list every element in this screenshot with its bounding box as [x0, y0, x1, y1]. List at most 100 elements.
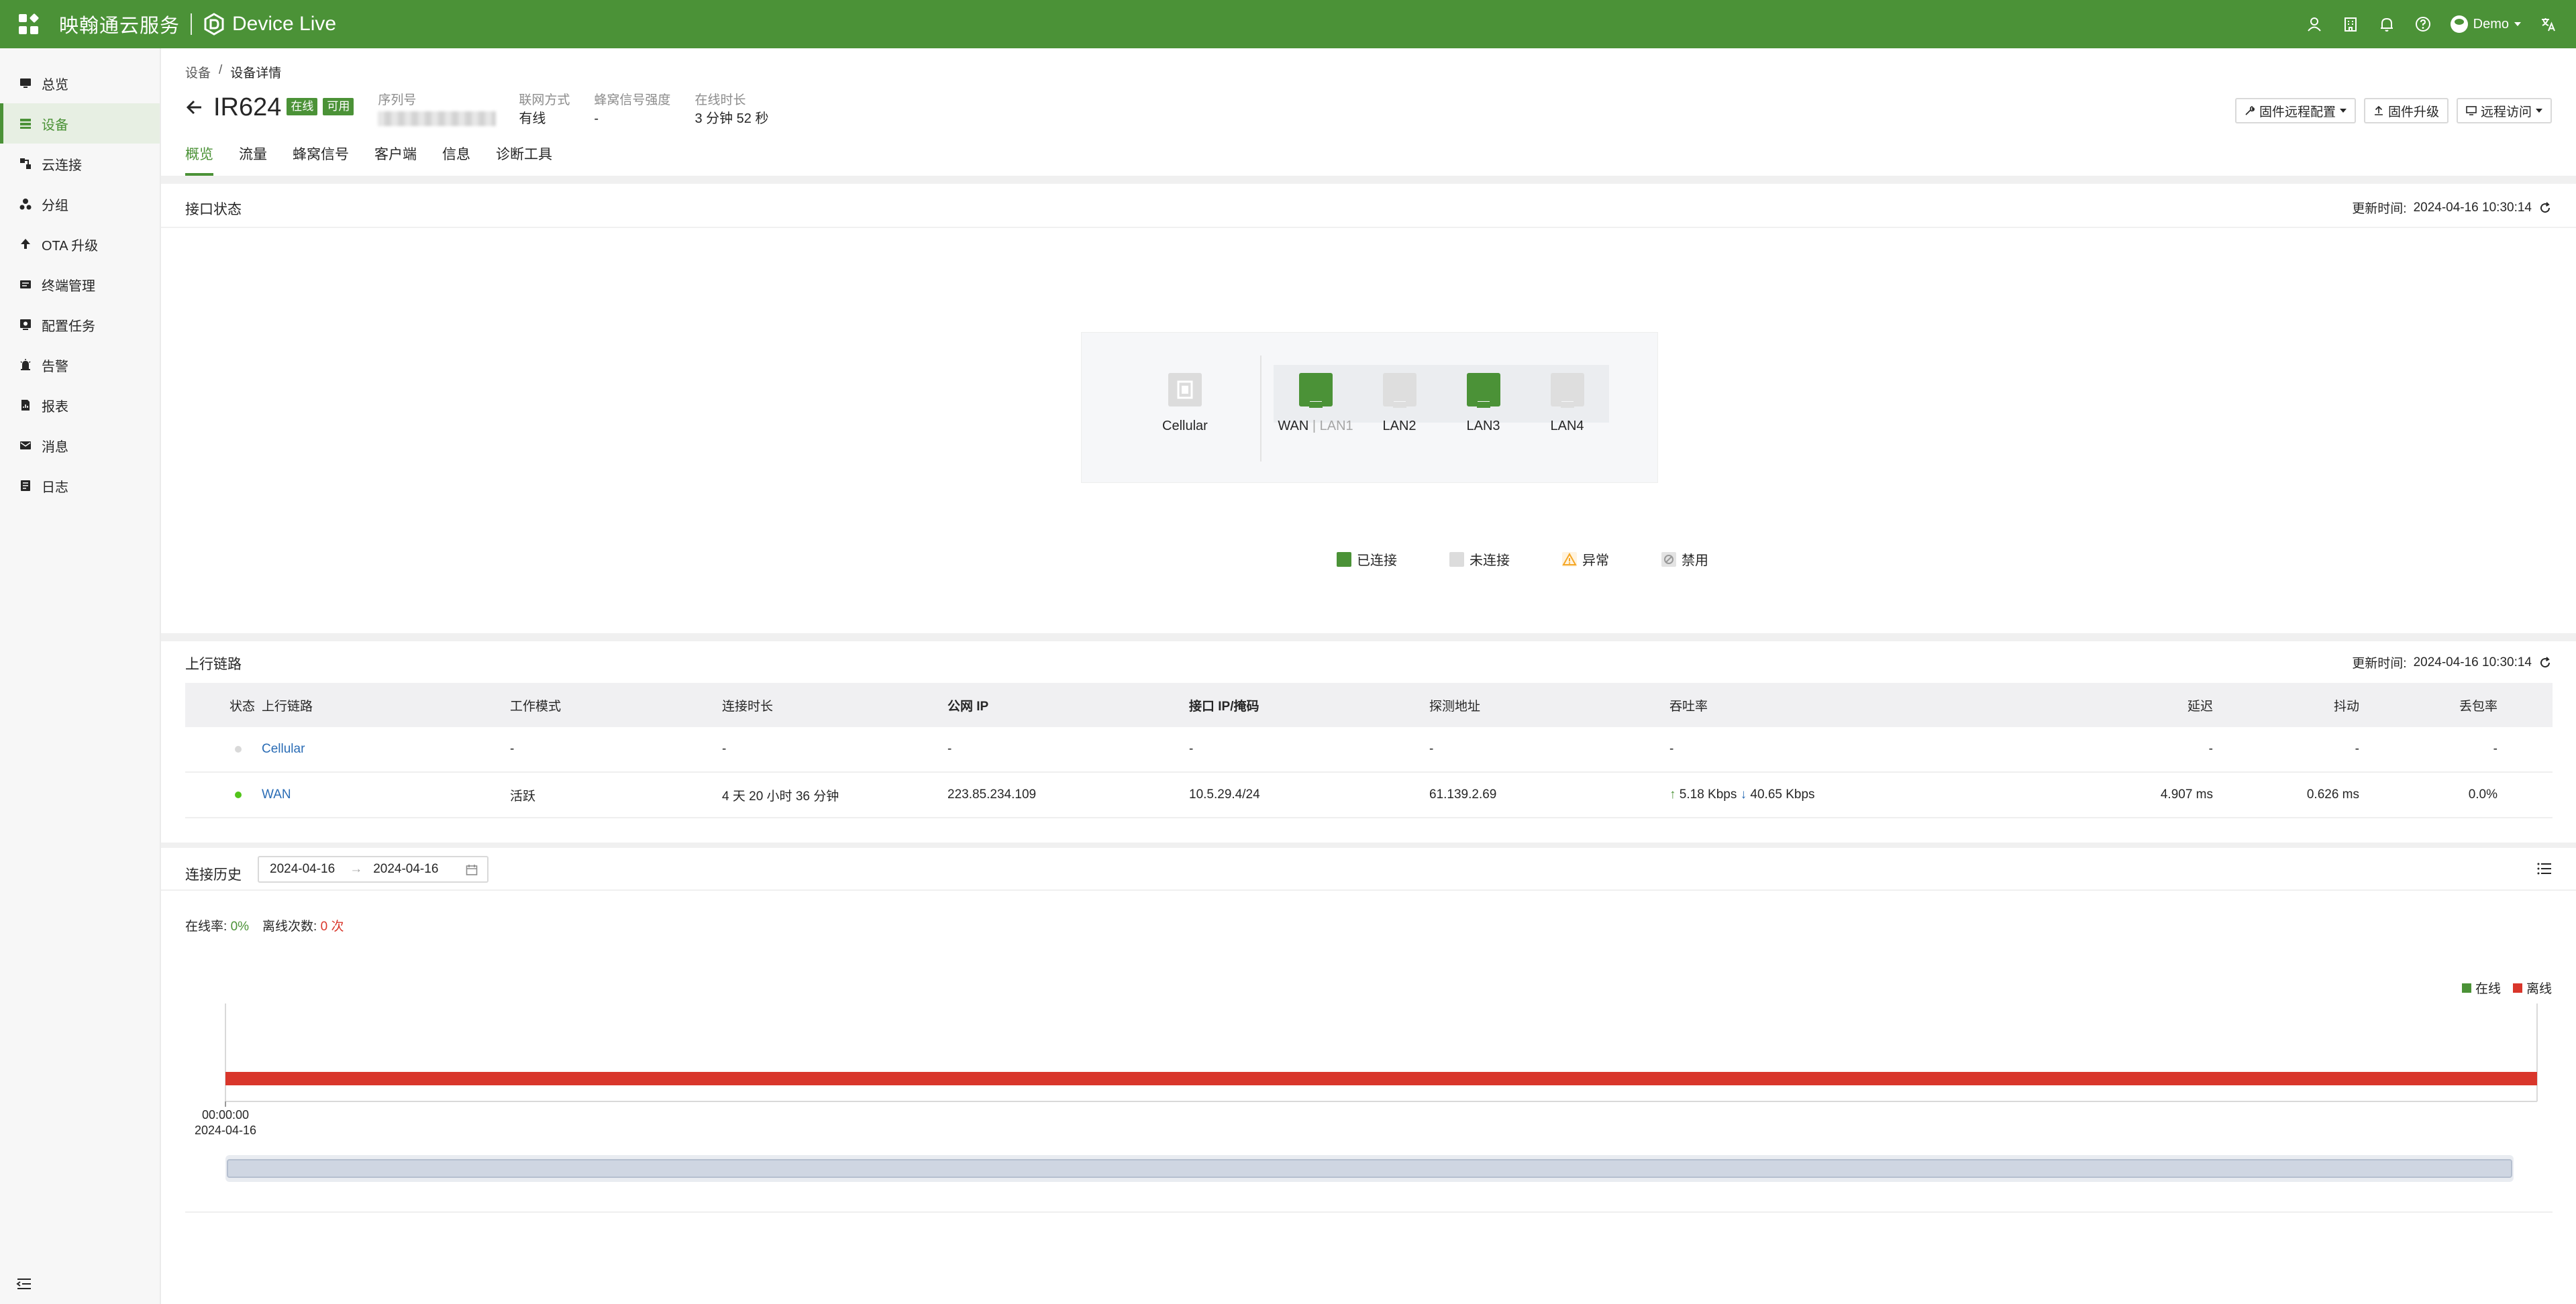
bell-icon[interactable]	[2378, 15, 2395, 33]
port-label: LAN2	[1382, 419, 1416, 433]
sidebar-item-overview[interactable]: 总览	[0, 63, 160, 103]
refresh-icon[interactable]	[2538, 656, 2552, 669]
uptime-field: 在线时长 3 分钟 52 秒	[694, 93, 768, 129]
alarm-icon	[19, 358, 32, 372]
throughput-cell: ↑ 5.18 Kbps ↓ 40.65 Kbps	[1669, 787, 2081, 802]
uptime-label: 在线时长	[694, 93, 746, 107]
upload-arrow-icon: ↑	[1669, 787, 1676, 802]
port-cellular[interactable]: Cellular	[1162, 373, 1208, 434]
connection-type-value: 有线	[519, 111, 546, 126]
sidebar: 总览 设备 云连接 分组 OTA 升级 终端管理 配置任务 告警 报表 消息 日…	[0, 48, 161, 1304]
x-tick-time: 00:00:00	[202, 1108, 249, 1122]
calendar-icon	[466, 864, 478, 876]
status-cell	[185, 787, 262, 802]
tab-overview[interactable]: 概览	[185, 145, 213, 176]
remote-access-button[interactable]: 远程访问	[2456, 98, 2552, 123]
date-range-arrow: →	[350, 862, 363, 876]
page-title: IR624	[213, 93, 282, 121]
breadcrumb-devices[interactable]: 设备	[185, 63, 211, 81]
column-header: 公网 IP	[947, 699, 989, 714]
ethernet-port-icon	[1382, 373, 1416, 408]
uplink-table: 状态 上行链路 工作模式 连接时长 公网 IP 接口 IP/掩码 探测地址 吞吐…	[185, 683, 2553, 818]
table-cell: -	[722, 742, 727, 756]
chart-zoom-handle[interactable]	[227, 1159, 2512, 1178]
connected-swatch-icon	[1337, 551, 1351, 567]
date-start[interactable]: 2024-04-16	[270, 862, 335, 877]
collapse-sidebar-icon[interactable]	[16, 1277, 32, 1291]
uptime-value: 3 分钟 52 秒	[694, 111, 769, 126]
history-stats: 在线率: 0% 离线次数: 0 次	[185, 916, 344, 934]
port-wan[interactable]: WAN | LAN1	[1274, 373, 1357, 434]
column-header: 上行链路	[262, 699, 313, 714]
online-rate: 在线率: 0%	[185, 916, 249, 934]
section-header-divider	[161, 227, 2576, 228]
firmware-upgrade-button[interactable]: 固件升级	[2363, 98, 2449, 123]
port-label-separator: |	[1312, 419, 1317, 433]
app-grid-icon[interactable]	[19, 13, 40, 34]
dashboard-icon	[19, 76, 32, 90]
sidebar-item-cloud-connect[interactable]: 云连接	[0, 144, 160, 184]
sidebar-item-reports[interactable]: 报表	[0, 385, 160, 425]
status-cell	[185, 742, 262, 757]
table-cell: -	[510, 742, 515, 756]
brand-name[interactable]: 映翰通云服务	[59, 10, 180, 38]
x-tick-date: 2024-04-16	[195, 1124, 256, 1135]
refresh-icon[interactable]	[2538, 201, 2552, 215]
legend-label: 禁用	[1682, 553, 1708, 568]
user-icon[interactable]	[2306, 15, 2323, 33]
table-cell: -	[2208, 742, 2213, 756]
cellular-signal-field: 蜂窝信号强度 -	[594, 93, 670, 129]
download-arrow-icon: ↓	[1740, 787, 1747, 802]
offline-segment-bar[interactable]	[225, 1072, 2537, 1085]
uplink-name-link[interactable]: Cellular	[262, 742, 510, 757]
port-lan2[interactable]: LAN2	[1357, 373, 1441, 434]
sidebar-item-alarms[interactable]: 告警	[0, 345, 160, 385]
throughput-up-value: 5.18 Kbps	[1679, 787, 1737, 802]
device-header: IR624 在线 可用 序列号 联网方式 有线 蜂窝信号强度 - 在线时长 3 …	[185, 93, 768, 129]
table-header: 状态 上行链路 工作模式 连接时长 公网 IP 接口 IP/掩码 探测地址 吞吐…	[185, 683, 2553, 727]
sidebar-item-devices[interactable]: 设备	[0, 103, 160, 144]
tab-info[interactable]: 信息	[442, 145, 470, 176]
table-cell: -	[947, 742, 952, 756]
section-divider	[161, 633, 2576, 641]
wrench-icon	[2245, 105, 2255, 116]
sidebar-item-logs[interactable]: 日志	[0, 466, 160, 506]
sidebar-item-groups[interactable]: 分组	[0, 184, 160, 224]
help-icon[interactable]	[2414, 15, 2432, 33]
sidebar-item-label: 日志	[42, 480, 68, 495]
table-row: Cellular - - - - - - - - -	[185, 727, 2553, 773]
back-arrow-icon[interactable]	[185, 98, 204, 117]
sidebar-item-ota[interactable]: OTA 升级	[0, 224, 160, 264]
list-view-icon[interactable]	[2537, 863, 2552, 875]
sidebar-item-messages[interactable]: 消息	[0, 425, 160, 466]
detail-tabs: 概览 流量 蜂窝信号 客户端 信息 诊断工具	[185, 145, 552, 176]
uplink-name-link[interactable]: WAN	[262, 787, 510, 802]
legend-offline[interactable]: 离线	[2512, 979, 2552, 997]
table-cell: 活跃	[510, 789, 536, 804]
chevron-down-icon	[2339, 109, 2347, 113]
legend-online[interactable]: 在线	[2461, 979, 2501, 997]
sidebar-item-config-tasks[interactable]: 配置任务	[0, 305, 160, 345]
tab-traffic[interactable]: 流量	[239, 145, 267, 176]
port-label: WAN	[1278, 419, 1309, 433]
ota-upload-icon	[19, 237, 32, 251]
remote-config-button[interactable]: 固件远程配置	[2234, 98, 2356, 123]
tab-clients[interactable]: 客户端	[374, 145, 417, 176]
user-menu[interactable]: Demo	[2450, 15, 2521, 33]
sidebar-item-terminals[interactable]: 终端管理	[0, 264, 160, 305]
port-lan4[interactable]: LAN4	[1525, 373, 1609, 434]
tab-diagnostics[interactable]: 诊断工具	[496, 145, 552, 176]
date-range-picker[interactable]: 2024-04-16 → 2024-04-16	[258, 856, 488, 883]
group-icon	[19, 197, 32, 211]
port-lan3[interactable]: LAN3	[1441, 373, 1525, 434]
legend-abnormal: 异常	[1562, 549, 1609, 569]
building-icon[interactable]	[2342, 15, 2359, 33]
tab-cellular-signal[interactable]: 蜂窝信号	[293, 145, 349, 176]
table-cell: 0.0%	[2468, 787, 2497, 802]
translate-icon[interactable]	[2540, 15, 2557, 33]
column-header: 状态	[229, 699, 256, 714]
history-title: 连接历史	[185, 867, 242, 883]
disconnected-swatch-icon	[1449, 551, 1464, 567]
date-end[interactable]: 2024-04-16	[373, 862, 438, 877]
offline-count: 离线次数: 0 次	[262, 916, 344, 934]
